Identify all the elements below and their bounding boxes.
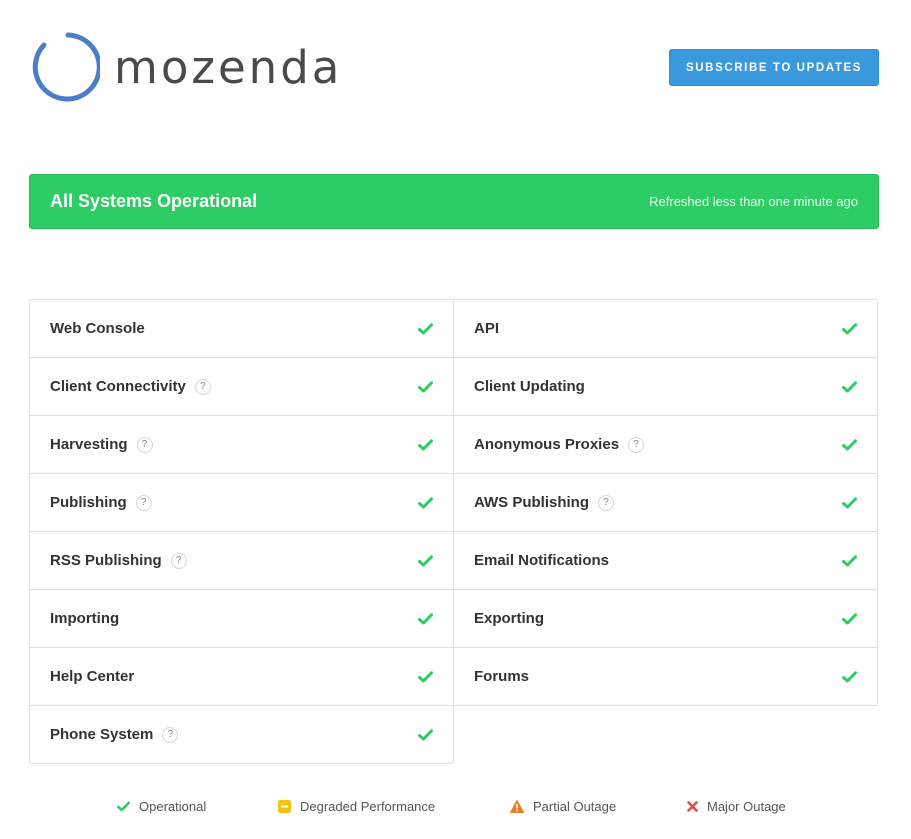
warning-icon (510, 800, 524, 813)
x-icon (687, 801, 698, 812)
component-name: Publishing (50, 494, 127, 511)
help-tooltip-icon[interactable]: ? (194, 378, 211, 395)
operational-check-icon (418, 438, 433, 450)
legend-partial-outage: Partial Outage (510, 799, 616, 814)
component-name: AWS Publishing (474, 494, 589, 511)
component-name: API (474, 320, 500, 337)
operational-check-icon (842, 496, 857, 508)
component-row: Client Updating (453, 357, 878, 416)
components-column-left: Web Console Client Connectivity? Harvestin… (29, 299, 454, 764)
operational-check-icon (418, 496, 433, 508)
help-tooltip-icon[interactable]: ? (135, 494, 152, 511)
operational-check-icon (418, 612, 433, 624)
help-tooltip-icon[interactable]: ? (170, 552, 187, 569)
component-row: Anonymous Proxies? (453, 415, 878, 474)
operational-check-icon (842, 554, 857, 566)
component-row: AWS Publishing? (453, 473, 878, 532)
components-column-right: API Client Updating Anonymous Proxies? AWS … (453, 299, 878, 706)
logo-ring-icon (32, 32, 100, 102)
operational-check-icon (842, 612, 857, 624)
operational-check-icon (418, 554, 433, 566)
component-row: Exporting (453, 589, 878, 648)
status-legend: Operational Degraded Performance Partial… (0, 799, 911, 817)
minus-icon (278, 800, 291, 813)
component-name: Anonymous Proxies (474, 436, 620, 453)
component-name: Email Notifications (474, 552, 610, 569)
legend-degraded: Degraded Performance (278, 799, 435, 814)
operational-check-icon (418, 728, 433, 740)
component-row: Client Connectivity? (29, 357, 454, 416)
component-name: Harvesting (50, 436, 128, 453)
component-row: Web Console (29, 299, 454, 358)
legend-label: Partial Outage (533, 799, 617, 814)
component-name: RSS Publishing (50, 552, 162, 569)
legend-major-outage: Major Outage (687, 799, 786, 814)
legend-label: Degraded Performance (300, 799, 436, 814)
operational-check-icon (418, 380, 433, 392)
mozenda-logo[interactable]: mozenda (30, 31, 342, 103)
component-row: Forums (453, 647, 878, 706)
component-row: Importing (29, 589, 454, 648)
component-name: Client Updating (474, 378, 585, 395)
operational-check-icon (418, 670, 433, 682)
legend-operational: Operational (117, 799, 206, 814)
component-name: Client Connectivity (50, 378, 186, 395)
component-row: Phone System? (29, 705, 454, 764)
component-name: Importing (50, 610, 120, 627)
component-row: Publishing? (29, 473, 454, 532)
subscribe-button[interactable]: SUBSCRIBE TO UPDATES (669, 49, 879, 86)
legend-label: Major Outage (707, 799, 786, 814)
help-tooltip-icon[interactable]: ? (162, 726, 179, 743)
status-banner: All Systems Operational Refreshed less t… (29, 174, 879, 229)
component-name: Phone System (50, 726, 154, 743)
logo-text: mozenda (114, 40, 343, 94)
component-name: Forums (474, 668, 530, 685)
component-row: API (453, 299, 878, 358)
help-tooltip-icon[interactable]: ? (136, 436, 153, 453)
component-row: RSS Publishing? (29, 531, 454, 590)
operational-check-icon (842, 438, 857, 450)
refresh-text: Refreshed less than one minute ago (649, 194, 858, 209)
component-row: Help Center (29, 647, 454, 706)
help-tooltip-icon[interactable]: ? (628, 436, 645, 453)
help-tooltip-icon[interactable]: ? (598, 494, 614, 511)
operational-check-icon (842, 322, 857, 334)
component-name: Exporting (474, 610, 544, 627)
component-row: Harvesting? (29, 415, 454, 474)
operational-check-icon (842, 670, 857, 682)
banner-title: All Systems Operational (50, 191, 258, 211)
operational-check-icon (842, 380, 857, 392)
component-row: Email Notifications (453, 531, 878, 590)
component-name: Web Console (50, 320, 145, 337)
component-name: Help Center (50, 668, 135, 685)
operational-check-icon (418, 322, 433, 334)
legend-label: Operational (139, 799, 207, 814)
check-icon (117, 801, 130, 812)
